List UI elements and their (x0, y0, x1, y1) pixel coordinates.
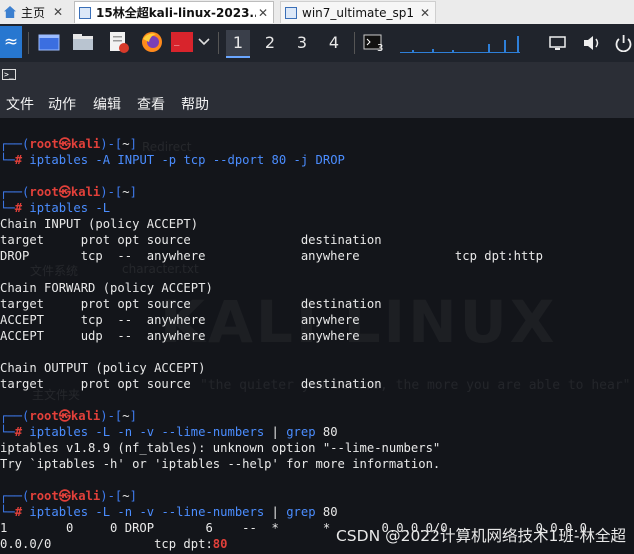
prompt-line: ┌──(root㉿kali)-[~] (0, 137, 137, 151)
output-line: ACCEPT tcp -- anywhere anywhere (0, 313, 360, 327)
file-manager-icon[interactable] (72, 32, 94, 52)
csdn-watermark: CSDN @2022计算机网络技术1班-林全超 (335, 527, 626, 545)
cpu-graph-icon (400, 36, 520, 53)
panel-separator (218, 32, 219, 54)
menu-action[interactable]: 动作 (48, 94, 76, 114)
prompt-line: ┌──(root㉿kali)-[~] (0, 409, 137, 423)
window-count-badge: 3 (377, 43, 384, 54)
command-line: └─# iptables -L -n -v --lime-numbers | g… (0, 425, 338, 439)
close-icon[interactable]: ✕ (256, 6, 270, 20)
workspace-2[interactable]: 2 (258, 30, 282, 56)
prompt-line: ┌──(root㉿kali)-[~] (0, 489, 137, 503)
tab-home-label: 主页 (21, 5, 46, 20)
workspace-1[interactable]: 1 (226, 30, 250, 58)
show-desktop-icon[interactable] (38, 32, 60, 52)
output-line: target prot opt source destination (0, 233, 382, 247)
output-line: Chain OUTPUT (policy ACCEPT) (0, 361, 206, 375)
tab-win7-vm-label: win7_ultimate_sp1 (302, 5, 415, 20)
output-line: ACCEPT udp -- anywhere anywhere (0, 329, 360, 343)
workspace-4[interactable]: 4 (322, 30, 346, 56)
kali-menu-icon[interactable]: ≈ (0, 26, 22, 58)
grep-match: 80 (212, 537, 228, 551)
firefox-icon[interactable] (140, 30, 164, 54)
command-line: └─# iptables -L -n -v --line-numbers | g… (0, 505, 338, 519)
chevron-down-icon[interactable] (198, 37, 210, 47)
command-line: └─# iptables -L (0, 201, 111, 215)
output-line: Chain INPUT (policy ACCEPT) (0, 217, 199, 231)
output-line: target prot opt source destination (0, 377, 382, 391)
volume-icon[interactable] (582, 34, 602, 52)
terminal-output: ┌──(root㉿kali)-[~] └─# iptables -A INPUT… (0, 136, 634, 552)
kali-panel: ≈ _ 1 2 3 4 3 (0, 24, 634, 62)
prompt-line: ┌──(root㉿kali)-[~] (0, 185, 137, 199)
terminal-screen[interactable]: KALI LINUX "the quieter you become, the … (0, 118, 634, 554)
text-editor-icon[interactable] (108, 30, 130, 54)
workspace-3[interactable]: 3 (290, 30, 314, 56)
panel-separator (354, 32, 355, 54)
close-icon[interactable]: ✕ (51, 5, 65, 19)
tab-win7-vm[interactable]: win7_ultimate_sp1 ✕ (280, 1, 436, 23)
tab-kali-vm[interactable]: 15林全超kali-linux-2023.... ✕ (74, 1, 274, 23)
output-line: target prot opt source destination (0, 297, 382, 311)
vm-icon (79, 6, 91, 19)
output-line: Chain FORWARD (policy ACCEPT) (0, 281, 213, 295)
menu-view[interactable]: 查看 (137, 94, 165, 114)
panel-separator (28, 32, 29, 54)
vm-icon (285, 6, 297, 19)
tab-home[interactable]: 主页 ✕ (0, 1, 68, 23)
terminal-titlebar[interactable]: >_ (0, 62, 634, 89)
menu-file[interactable]: 文件 (6, 94, 34, 114)
menu-edit[interactable]: 编辑 (93, 94, 121, 114)
home-icon (4, 6, 16, 18)
svg-text:_: _ (174, 37, 180, 47)
terminal-icon: >_ (2, 69, 16, 80)
menu-help[interactable]: 帮助 (181, 94, 209, 114)
tab-kali-vm-label: 15林全超kali-linux-2023.... (96, 6, 256, 20)
network-icon[interactable] (548, 34, 568, 52)
terminal-window-button[interactable]: 3 (362, 32, 386, 56)
close-icon[interactable]: ✕ (418, 6, 432, 20)
terminal-emulator-icon[interactable]: _ (170, 31, 194, 53)
output-line: DROP tcp -- anywhere anywhere tcp dpt:ht… (0, 249, 543, 263)
command-line: └─# iptables -A INPUT -p tcp --dport 80 … (0, 153, 345, 167)
terminal-menubar: 文件 动作 编辑 查看 帮助 (0, 88, 634, 118)
output-line: Try `iptables -h' or 'iptables --help' f… (0, 457, 441, 471)
vm-tab-strip: 主页 ✕ 15林全超kali-linux-2023.... ✕ win7_ult… (0, 0, 634, 25)
power-icon[interactable] (614, 34, 634, 52)
output-line: iptables v1.8.9 (nf_tables): unknown opt… (0, 441, 441, 455)
